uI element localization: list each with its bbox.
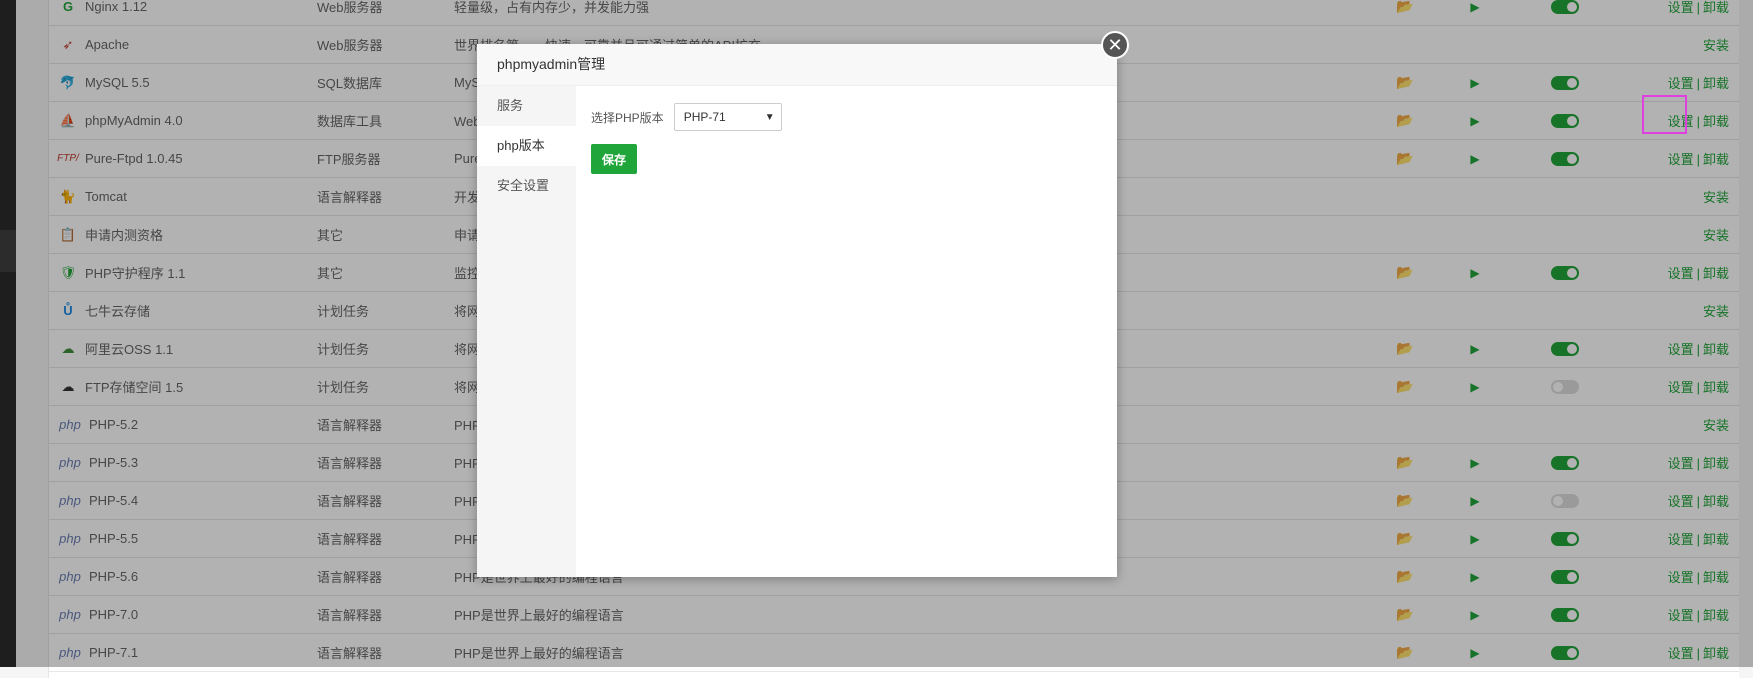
php-version-field: 选择PHP版本 PHP-71 ▼ xyxy=(591,103,782,131)
close-icon[interactable]: ✕ xyxy=(1101,31,1129,59)
chevron-down-icon: ▼ xyxy=(764,111,775,123)
modal-title: phpmyadmin管理 xyxy=(477,44,1117,86)
save-button[interactable]: 保存 xyxy=(591,144,637,174)
modal-nav-item[interactable]: 安全设置 xyxy=(477,166,576,206)
modal-body: 选择PHP版本 PHP-71 ▼ 保存 xyxy=(576,86,1117,577)
php-version-value: PHP-71 xyxy=(683,110,726,124)
php-version-label: 选择PHP版本 xyxy=(591,110,664,125)
modal-nav-item[interactable]: 服务 xyxy=(477,86,576,126)
phpmyadmin-modal: phpmyadmin管理 服务 php版本 安全设置 选择PHP版本 PHP-71 … xyxy=(477,44,1117,577)
modal-nav-item[interactable]: php版本 xyxy=(477,126,576,166)
modal-nav: 服务 php版本 安全设置 xyxy=(477,86,576,577)
highlight-box xyxy=(1642,95,1687,134)
php-version-select[interactable]: PHP-71 ▼ xyxy=(673,103,782,131)
